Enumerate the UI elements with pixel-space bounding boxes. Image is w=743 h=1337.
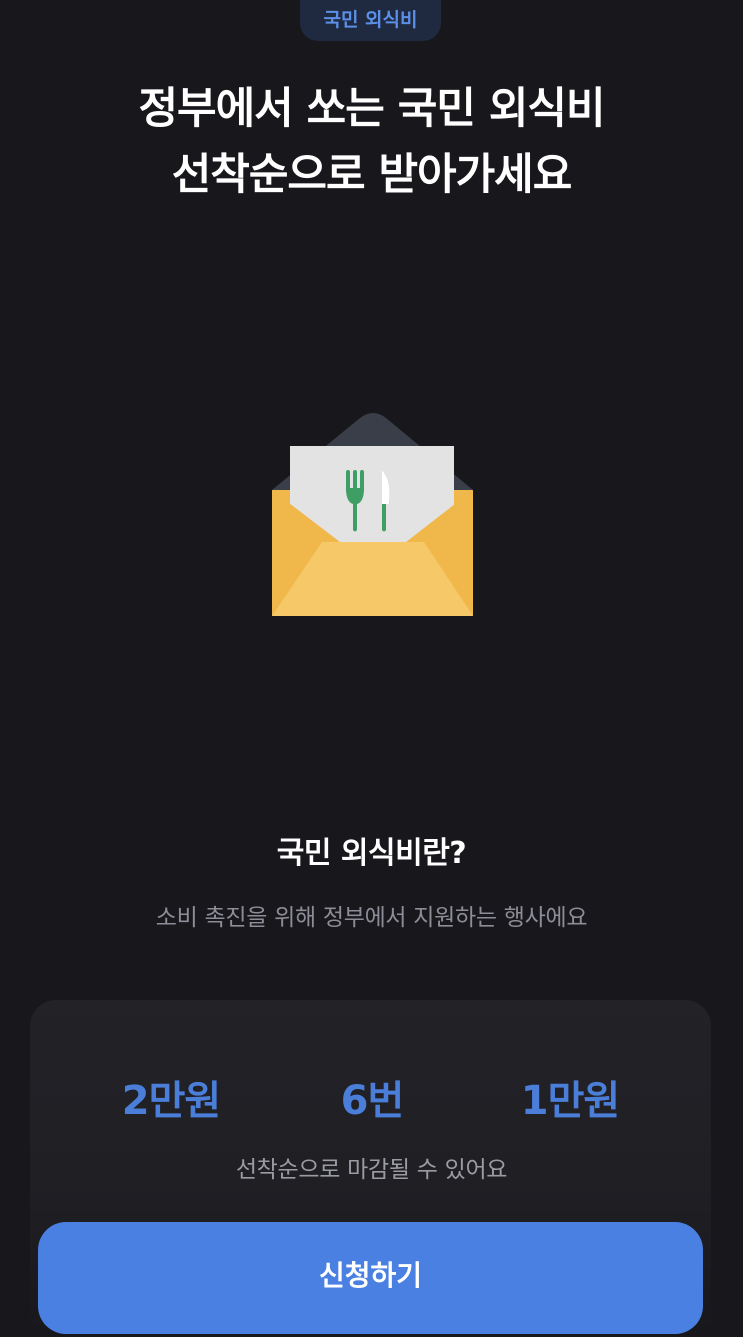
deadline-notice: 선착순으로 마감될 수 있어요	[235, 1157, 508, 1183]
info-description: 소비 촉진을 위해 정부에서 지원하는 행사에요	[155, 905, 588, 931]
page-title: 정부에서 쏘는 국민 외식비 선착순으로 받아가세요	[0, 76, 743, 208]
apply-button-label: 신청하기	[318, 1258, 423, 1292]
page-title-line-1: 정부에서 쏘는 국민 외식비	[138, 84, 605, 134]
page-title-line-2: 선착순으로 받아가세요	[171, 150, 573, 200]
envelope-icon	[268, 410, 478, 624]
category-chip: 국민 외식비	[300, 0, 441, 41]
benefit-stat-3: 1만원	[520, 1078, 620, 1124]
apply-button[interactable]: 신청하기	[38, 1222, 703, 1334]
benefit-stat-2: 6번	[340, 1078, 405, 1124]
benefit-stat-1: 2만원	[121, 1078, 221, 1124]
category-chip-label: 국민 외식비	[323, 9, 418, 31]
info-title: 국민 외식비란?	[276, 836, 467, 871]
